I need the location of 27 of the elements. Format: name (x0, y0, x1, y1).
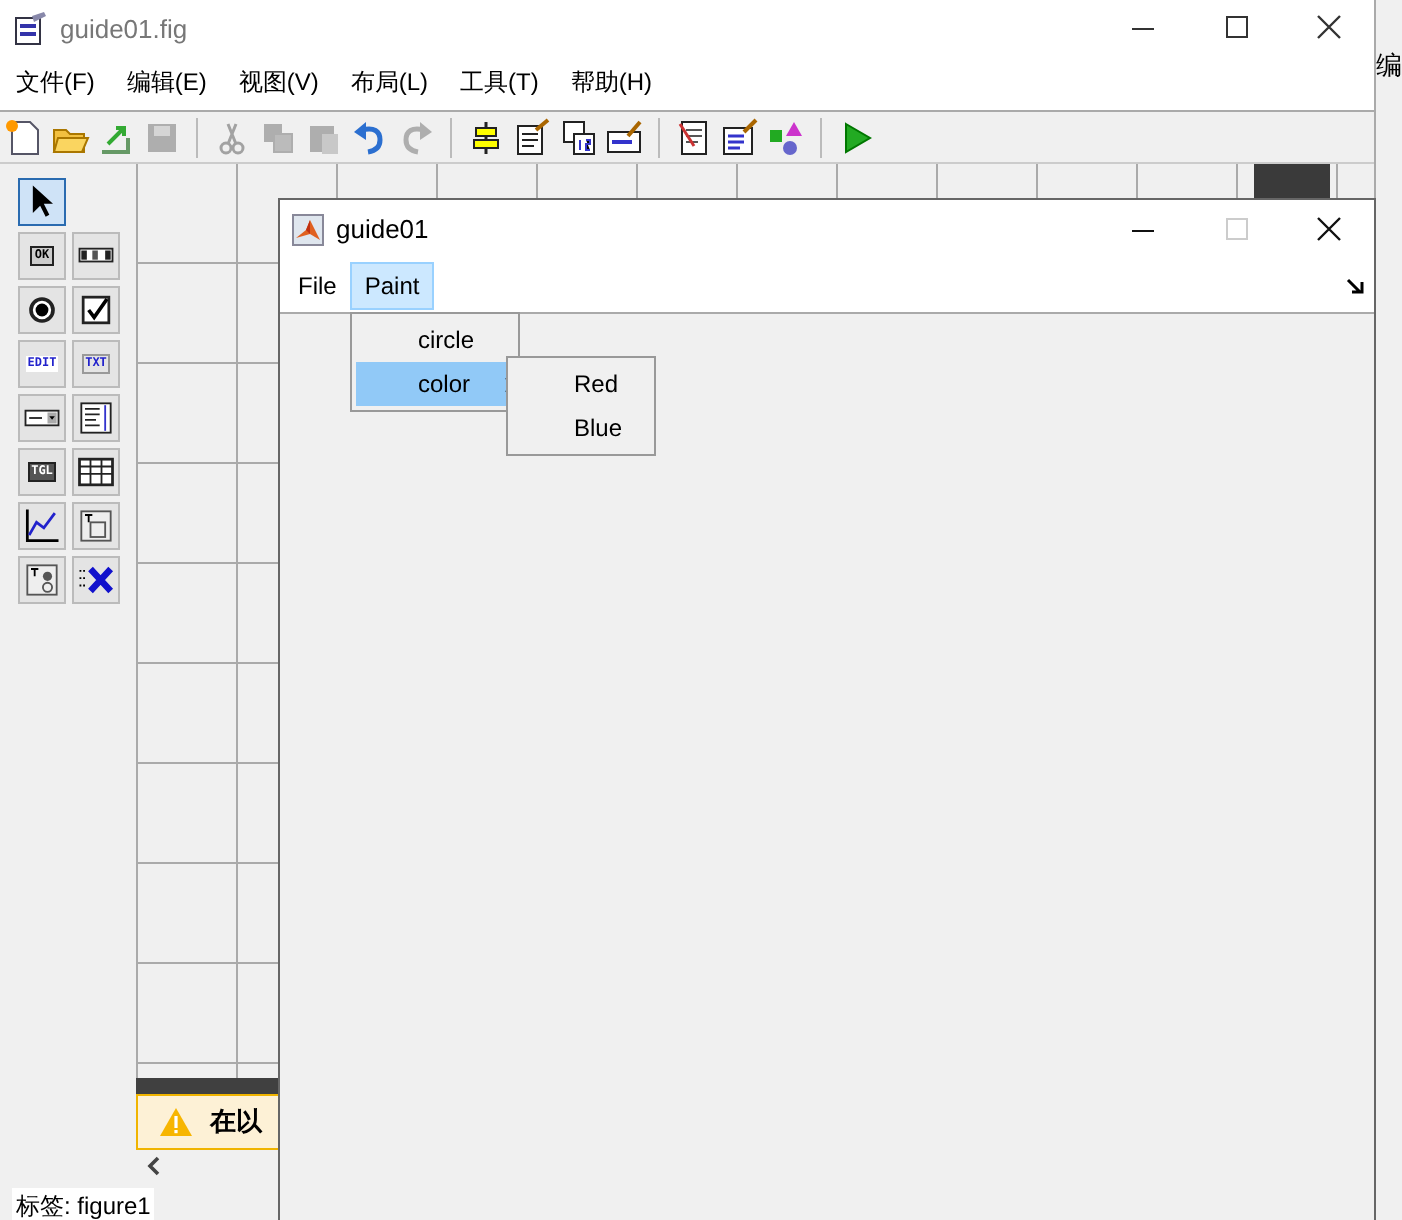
dock-arrow-icon[interactable] (1346, 275, 1366, 295)
status-text: 标签: figure1 (12, 1188, 155, 1220)
menu-item[interactable]: Paint (350, 261, 434, 309)
menu-item[interactable]: File (284, 261, 351, 309)
app-logo-icon (292, 213, 324, 245)
menu-item[interactable]: 布局(L) (334, 66, 444, 100)
new-file-icon[interactable] (4, 117, 44, 157)
menu-item[interactable]: 文件(F) (0, 66, 111, 100)
scroll-left-icon[interactable] (146, 1156, 162, 1176)
window-title: guide01 (336, 214, 429, 244)
toolbar-editor-icon[interactable] (604, 117, 644, 157)
warning-icon (158, 1106, 194, 1138)
menu-item[interactable]: Red (512, 362, 650, 406)
scrollbar-thumb (1254, 164, 1330, 198)
menu-item[interactable]: 视图(V) (222, 66, 335, 100)
warning-text: 在以 (210, 1104, 262, 1140)
window-title: guide01.fig (60, 13, 188, 43)
menu-item[interactable]: Blue (512, 406, 650, 450)
shapes-icon[interactable] (766, 117, 806, 157)
menu-item[interactable]: circle (356, 318, 514, 362)
menu-item[interactable]: 工具(T) (444, 66, 555, 100)
menu-item[interactable]: 编辑(E) (110, 66, 223, 100)
tab-order-icon[interactable] (558, 117, 598, 157)
property-editor-icon[interactable] (720, 117, 760, 157)
menu-editor-icon[interactable] (512, 117, 552, 157)
menu-item[interactable]: 帮助(H) (554, 66, 668, 100)
document-icon (12, 10, 48, 46)
